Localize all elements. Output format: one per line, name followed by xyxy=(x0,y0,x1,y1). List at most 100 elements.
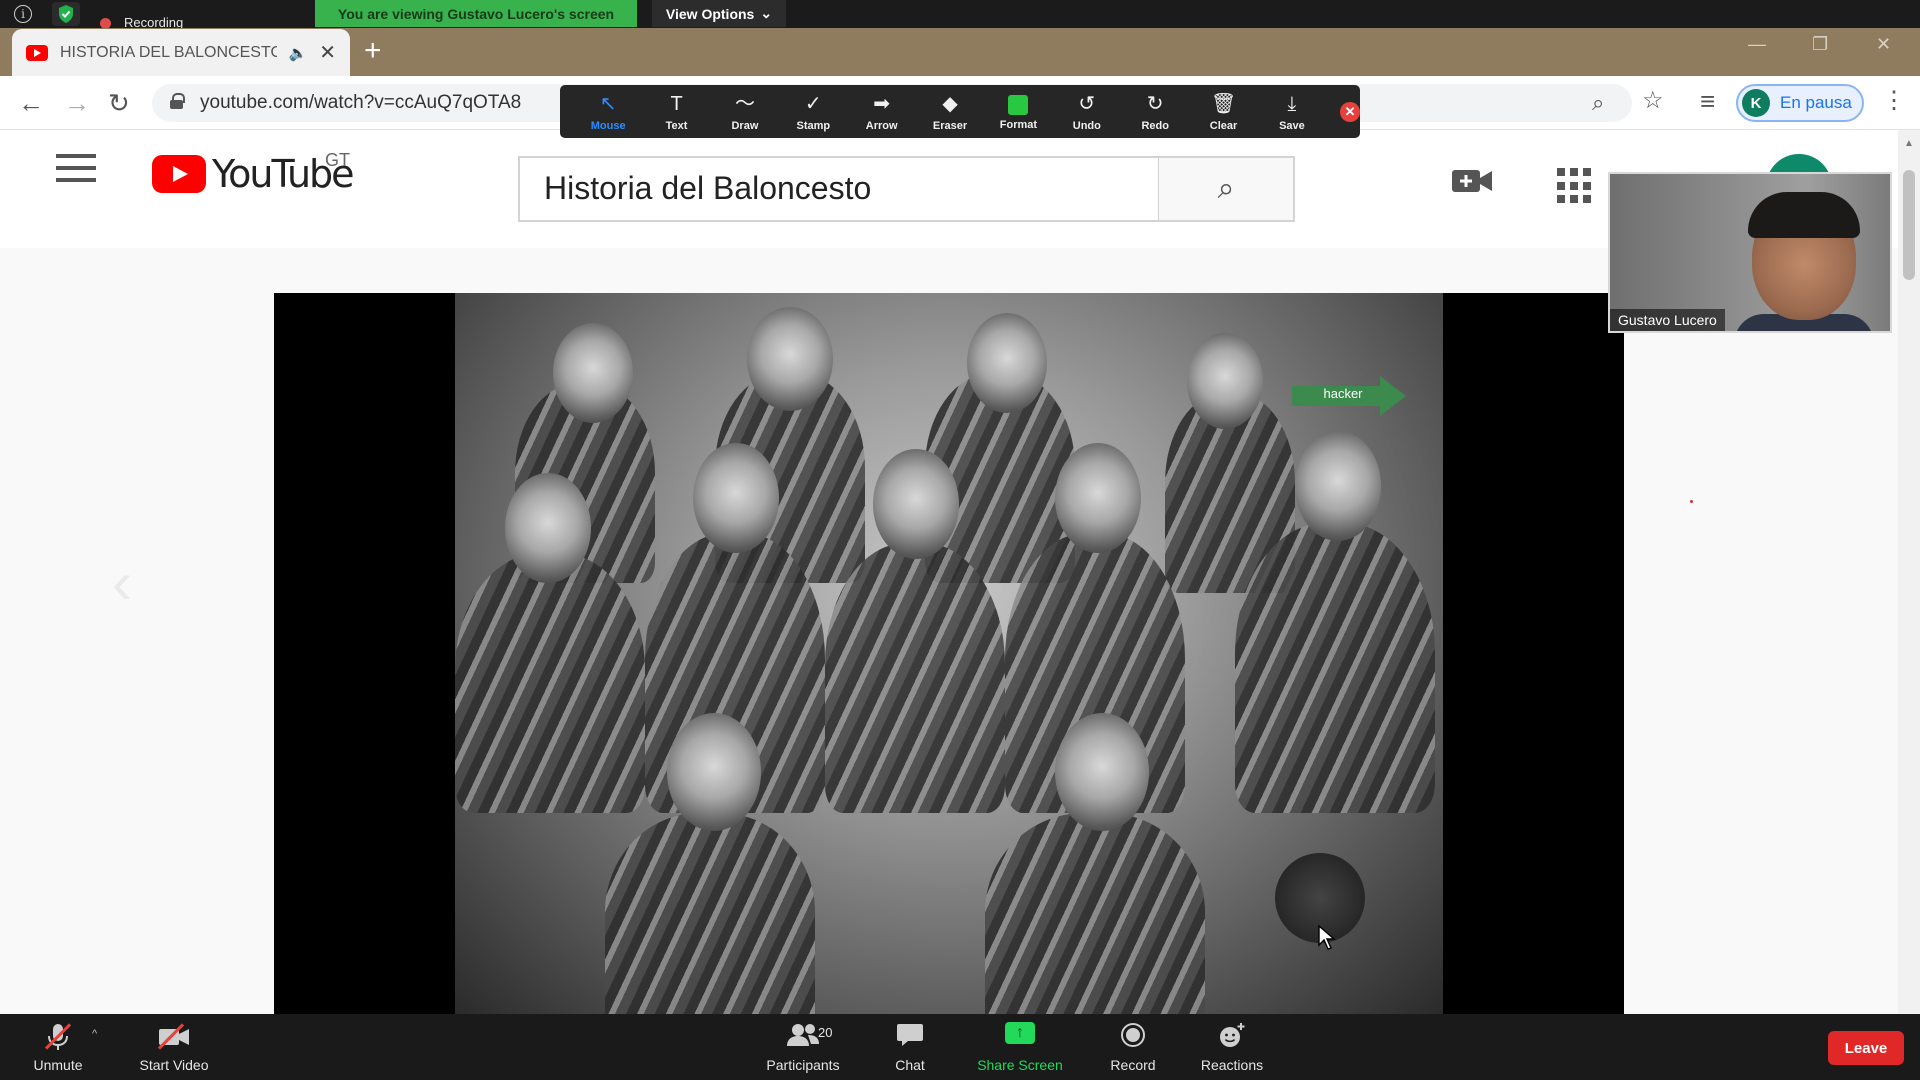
participant-name-label: Gustavo Lucero xyxy=(1610,309,1725,331)
chat-button[interactable]: Chat xyxy=(880,1014,940,1080)
annotate-tool-save[interactable]: ⤓ Save xyxy=(1258,85,1326,138)
reactions-smiley-icon xyxy=(1218,1022,1246,1052)
eraser-tool-icon: ◆ xyxy=(942,92,958,115)
annotate-tool-stamp[interactable]: ✓ Stamp xyxy=(779,85,847,138)
annotate-tool-label: Clear xyxy=(1209,119,1238,132)
redo-tool-icon: ↻ xyxy=(1146,92,1164,115)
unmute-label: Unmute xyxy=(33,1056,83,1073)
annotate-tool-label: Arrow xyxy=(865,119,898,132)
forward-arrow-icon[interactable]: → xyxy=(64,88,90,119)
annotate-tool-mouse[interactable]: ↖ Mouse xyxy=(574,85,642,138)
hamburger-menu-icon[interactable] xyxy=(56,154,96,190)
search-icon: ⌕ xyxy=(1217,172,1235,205)
create-video-icon[interactable] xyxy=(1452,166,1494,205)
annotate-tool-label: Mouse xyxy=(590,119,626,132)
participant-hair xyxy=(1748,192,1860,238)
record-button[interactable]: Record xyxy=(1102,1014,1164,1080)
record-icon xyxy=(1120,1022,1146,1052)
annotate-tool-label: Stamp xyxy=(796,119,831,132)
annotate-tool-clear[interactable]: 🗑 Clear xyxy=(1189,85,1257,138)
reactions-label: Reactions xyxy=(1200,1056,1264,1073)
annotate-tool-label: Undo xyxy=(1072,119,1101,132)
annotation-toolbar: ↖ Mouse T Text 〜 Draw ✓ Stamp ➡ Arrow ◆ Eraser Forma… xyxy=(560,85,1360,138)
participants-label: Participants xyxy=(766,1056,840,1073)
bookmark-star-icon[interactable]: ☆ xyxy=(1642,86,1664,115)
avatar: K xyxy=(1742,89,1770,117)
search-button[interactable]: ⌕ xyxy=(1159,156,1295,222)
search-query-text[interactable]: Historia del Baloncesto xyxy=(544,170,871,207)
security-shield-icon[interactable] xyxy=(52,2,80,26)
start-video-label: Start Video xyxy=(139,1056,209,1073)
participants-button[interactable]: 20 Participants xyxy=(760,1014,846,1080)
page-scrollbar[interactable]: ▲ xyxy=(1898,130,1920,1014)
video-off-icon xyxy=(158,1022,190,1052)
microphone-muted-icon xyxy=(45,1022,71,1052)
annotate-tool-label: Text xyxy=(665,119,688,132)
view-options-button[interactable]: View Options ⌄ xyxy=(652,0,786,27)
annotate-tool-format[interactable]: Format xyxy=(984,85,1052,138)
save-tool-icon: ⤓ xyxy=(1287,92,1297,115)
annotate-tool-redo[interactable]: ↻ Redo xyxy=(1121,85,1189,138)
tab-close-icon[interactable]: ✕ xyxy=(319,40,336,65)
restore-window-icon[interactable]: ❐ xyxy=(1812,34,1828,55)
profile-button[interactable]: K En pausa xyxy=(1736,84,1864,122)
share-screen-icon: ↑ xyxy=(1005,1021,1035,1052)
scroll-up-icon[interactable]: ▲ xyxy=(1904,138,1914,149)
youtube-favicon-icon xyxy=(26,44,48,61)
apps-grid-icon[interactable] xyxy=(1557,168,1593,204)
annotation-text: hacker xyxy=(1323,386,1363,401)
close-annotation-icon[interactable]: ✕ xyxy=(1340,101,1360,122)
text-tool-icon: T xyxy=(670,92,683,115)
youtube-play-icon xyxy=(152,155,206,193)
lock-icon[interactable] xyxy=(170,93,185,109)
participant-video-tile[interactable]: Gustavo Lucero xyxy=(1608,172,1892,333)
annotate-tool-text[interactable]: T Text xyxy=(642,85,710,138)
chat-bubble-icon xyxy=(896,1022,924,1052)
zoom-top-bar: i Recording You are viewing Gustavo Luce… xyxy=(0,0,1920,30)
reactions-button[interactable]: Reactions xyxy=(1196,1014,1268,1080)
annotate-tool-label: Eraser xyxy=(932,119,968,132)
media-queue-icon[interactable]: ≡ xyxy=(1700,86,1715,117)
draw-tool-icon: 〜 xyxy=(734,92,755,115)
profile-status-label: En pausa xyxy=(1780,93,1852,112)
browser-menu-icon[interactable]: ⋮ xyxy=(1882,86,1906,115)
annotate-tool-label: Format xyxy=(999,118,1038,131)
search-input[interactable]: Historia del Baloncesto xyxy=(518,156,1160,222)
annotate-tool-arrow[interactable]: ➡ Arrow xyxy=(848,85,916,138)
zoom-magnifier-icon[interactable]: ⌕ xyxy=(1592,90,1604,116)
annotate-tool-draw[interactable]: 〜 Draw xyxy=(711,85,779,138)
tab-audio-icon[interactable]: 🔈 xyxy=(289,44,308,62)
youtube-logo[interactable]: YouTube xyxy=(152,152,355,196)
url-text[interactable]: youtube.com/watch?v=ccAuQ7qOTA8 xyxy=(200,92,521,114)
chevron-left-icon[interactable]: ‹ xyxy=(112,548,132,617)
audio-options-caret-icon[interactable]: ^ xyxy=(92,1028,97,1040)
info-icon[interactable]: i xyxy=(14,5,32,23)
unmute-button[interactable]: Unmute xyxy=(22,1014,94,1080)
share-screen-label: Share Screen xyxy=(977,1056,1063,1073)
undo-tool-icon: ↺ xyxy=(1078,92,1096,115)
annotate-tool-undo[interactable]: ↺ Undo xyxy=(1053,85,1121,138)
stray-annotation-dot xyxy=(1690,500,1693,503)
browser-tab[interactable]: HISTORIA DEL BALONCESTO 🔈 ✕ xyxy=(12,29,350,76)
back-arrow-icon[interactable]: ← xyxy=(18,88,44,119)
close-window-icon[interactable]: ✕ xyxy=(1876,34,1891,55)
format-color-swatch-icon xyxy=(1008,94,1029,115)
stamp-tool-icon: ✓ xyxy=(804,92,822,115)
leave-button[interactable]: Leave xyxy=(1828,1031,1904,1065)
zoom-meeting-controls: Unmute ^ Start Video 20 Participants Cha… xyxy=(0,1014,1920,1080)
annotate-tool-eraser[interactable]: ◆ Eraser xyxy=(916,85,984,138)
view-options-label: View Options xyxy=(665,5,755,22)
new-tab-button[interactable]: + xyxy=(364,34,382,68)
scrollbar-thumb[interactable] xyxy=(1903,170,1915,280)
mouse-tool-icon: ↖ xyxy=(599,92,617,115)
annotate-tool-label: Draw xyxy=(731,119,759,132)
reload-icon[interactable]: ↻ xyxy=(108,88,130,119)
chat-label: Chat xyxy=(895,1056,925,1073)
share-screen-button[interactable]: ↑ Share Screen xyxy=(972,1014,1068,1080)
chevron-down-icon: ⌄ xyxy=(760,5,773,21)
arrow-tool-icon: ➡ xyxy=(873,92,891,115)
participants-icon: 20 xyxy=(786,1022,832,1052)
mouse-cursor-icon xyxy=(1318,925,1336,950)
start-video-button[interactable]: Start Video xyxy=(130,1014,218,1080)
minimize-window-icon[interactable]: — xyxy=(1748,34,1766,55)
